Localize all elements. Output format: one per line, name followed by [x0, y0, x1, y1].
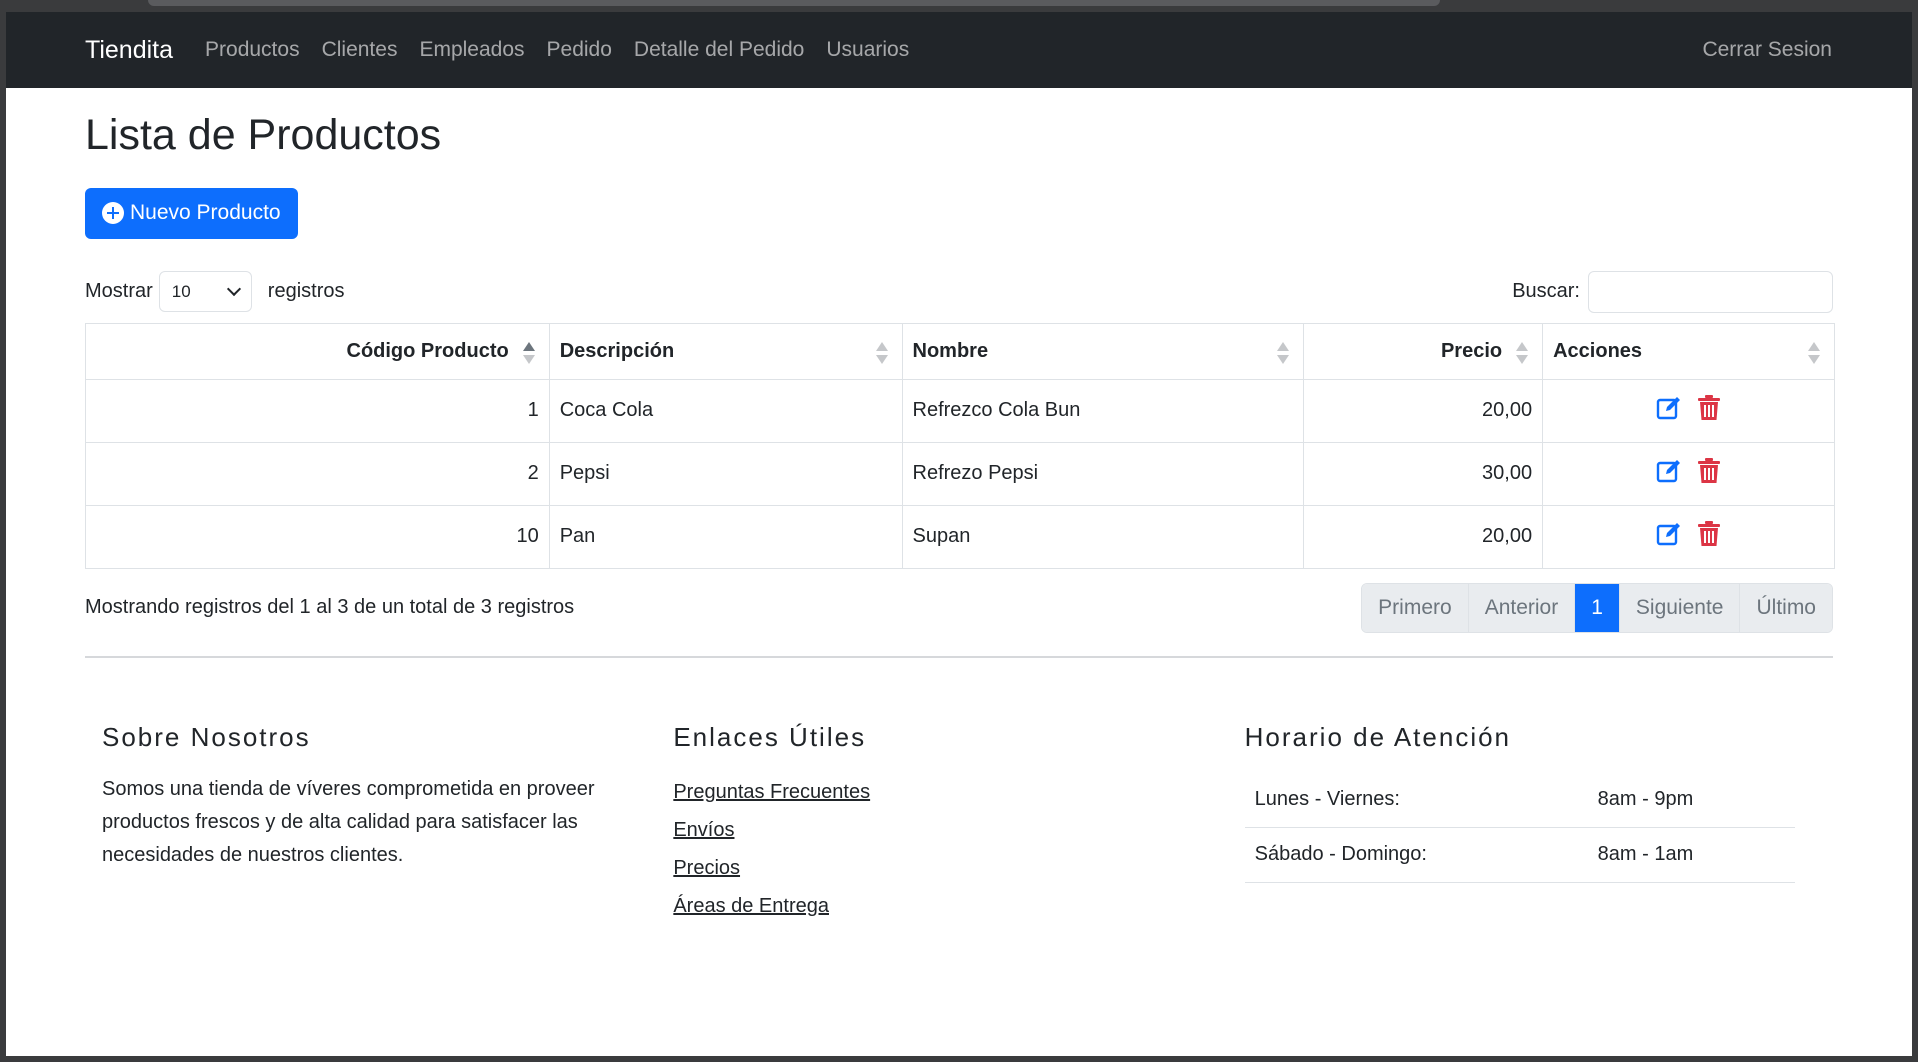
new-product-label: Nuevo Producto [130, 201, 281, 225]
trash-icon[interactable] [1697, 394, 1721, 427]
hours-time: 8am - 9pm [1597, 788, 1694, 811]
window-top-strip [0, 0, 1918, 12]
sort-icon [1516, 341, 1529, 364]
new-product-button[interactable]: Nuevo Producto [85, 187, 298, 239]
footer-hours: Horario de Atención Lunes - Viernes: 8am… [1244, 721, 1816, 925]
table-header-row: Código Producto Descripción Nombre Preci… [85, 322, 1835, 380]
search-label: Buscar: [1512, 280, 1580, 303]
navbar: Tiendita Productos Clientes Empleados Pe… [6, 12, 1912, 88]
site-footer: Sobre Nosotros Somos una tienda de víver… [85, 724, 1833, 925]
cell-nombre: Refrezo Pepsi [901, 441, 1305, 506]
edit-icon[interactable] [1656, 458, 1682, 490]
trash-icon[interactable] [1697, 520, 1721, 553]
sort-icon [1277, 341, 1290, 364]
hours-time: 8am - 1am [1597, 843, 1694, 866]
col-header-codigo[interactable]: Código Producto [85, 322, 550, 380]
sort-icon [875, 341, 888, 364]
nav-link-empleados[interactable]: Empleados [419, 38, 524, 62]
hours-row: Lunes - Viernes: 8am - 9pm [1244, 773, 1795, 828]
page-current-button[interactable]: 1 [1575, 583, 1620, 632]
edit-icon[interactable] [1656, 521, 1682, 553]
cell-descripcion: Pepsi [548, 441, 903, 506]
pagination: Primero Anterior 1 Siguiente Último [1361, 582, 1833, 633]
chevron-down-icon [226, 282, 241, 297]
trash-icon[interactable] [1697, 457, 1721, 490]
table-controls: Mostrar 10 registros Buscar: [85, 270, 1833, 313]
nav-link-clientes[interactable]: Clientes [322, 38, 398, 62]
table-footer: Mostrando registros del 1 al 3 de un tot… [85, 582, 1833, 633]
cell-descripcion: Pan [548, 504, 903, 569]
brand-link[interactable]: Tiendita [85, 36, 173, 65]
about-text: Somos una tienda de víveres comprometida… [102, 777, 595, 866]
table-row: 2 Pepsi Refrezo Pepsi 30,00 [85, 441, 1835, 506]
link-areas-entrega[interactable]: Áreas de Entrega [673, 887, 1244, 925]
table-row: 10 Pan Supan 20,00 [85, 504, 1835, 569]
page-size-select[interactable]: 10 [158, 271, 252, 313]
nav-link-detalle-pedido[interactable]: Detalle del Pedido [634, 38, 804, 62]
sort-icon [1808, 341, 1820, 364]
cell-actions [1542, 378, 1835, 443]
records-label: registros [267, 280, 345, 303]
cell-codigo: 10 [85, 504, 550, 569]
link-envios[interactable]: Envíos [673, 811, 1244, 849]
main-container: Lista de Productos Nuevo Producto Mostra… [6, 110, 1912, 925]
hours-row: Sábado - Domingo: 8am - 1am [1244, 828, 1795, 883]
sort-asc-icon [522, 341, 535, 364]
about-title: Sobre Nosotros [102, 721, 311, 752]
page-title: Lista de Productos [85, 111, 442, 159]
cell-precio: 20,00 [1303, 378, 1544, 443]
hours-day: Lunes - Viernes: [1254, 788, 1400, 811]
link-precios[interactable]: Precios [673, 849, 1244, 887]
search-input[interactable] [1588, 270, 1833, 313]
nav-link-productos[interactable]: Productos [205, 38, 300, 62]
cell-codigo: 2 [85, 441, 550, 506]
products-table: Código Producto Descripción Nombre Preci… [85, 322, 1835, 569]
records-summary: Mostrando registros del 1 al 3 de un tot… [85, 596, 575, 619]
cell-nombre: Refrezco Cola Bun [901, 378, 1305, 443]
cell-actions [1542, 441, 1835, 506]
section-divider [85, 655, 1833, 658]
page-last-button[interactable]: Último [1740, 583, 1832, 632]
table-row: 1 Coca Cola Refrezco Cola Bun 20,00 [85, 378, 1835, 443]
browser-viewport: Tiendita Productos Clientes Empleados Pe… [6, 12, 1912, 1056]
page-next-button[interactable]: Siguiente [1619, 583, 1741, 632]
col-header-precio[interactable]: Precio [1303, 322, 1544, 380]
logout-link[interactable]: Cerrar Sesion [1702, 38, 1832, 62]
nav-link-pedido[interactable]: Pedido [547, 38, 612, 62]
cell-codigo: 1 [85, 378, 550, 443]
cell-precio: 30,00 [1303, 441, 1544, 506]
col-header-nombre[interactable]: Nombre [901, 322, 1305, 380]
links-title: Enlaces Útiles [673, 721, 867, 752]
hours-table: Lunes - Viernes: 8am - 9pm Sábado - Domi… [1244, 773, 1795, 883]
hours-day: Sábado - Domingo: [1254, 843, 1427, 866]
footer-about: Sobre Nosotros Somos una tienda de víver… [102, 724, 673, 925]
footer-links: Enlaces Útiles Preguntas Frecuentes Enví… [673, 724, 1244, 925]
show-label: Mostrar [85, 280, 153, 303]
plus-circle-icon [102, 202, 124, 225]
edit-icon[interactable] [1656, 395, 1682, 427]
nav-link-usuarios[interactable]: Usuarios [826, 38, 909, 62]
col-header-acciones[interactable]: Acciones [1542, 322, 1835, 380]
cell-actions [1542, 504, 1835, 569]
cell-precio: 20,00 [1303, 504, 1544, 569]
col-header-descripcion[interactable]: Descripción [548, 322, 903, 380]
page-first-button[interactable]: Primero [1362, 583, 1469, 632]
scroll-thumb[interactable] [148, 0, 1440, 6]
link-faq[interactable]: Preguntas Frecuentes [673, 773, 1244, 811]
cell-nombre: Supan [901, 504, 1305, 569]
cell-descripcion: Coca Cola [548, 378, 903, 443]
page-prev-button[interactable]: Anterior [1468, 583, 1576, 632]
hours-title: Horario de Atención [1244, 721, 1512, 752]
page-size-value: 10 [171, 281, 191, 301]
